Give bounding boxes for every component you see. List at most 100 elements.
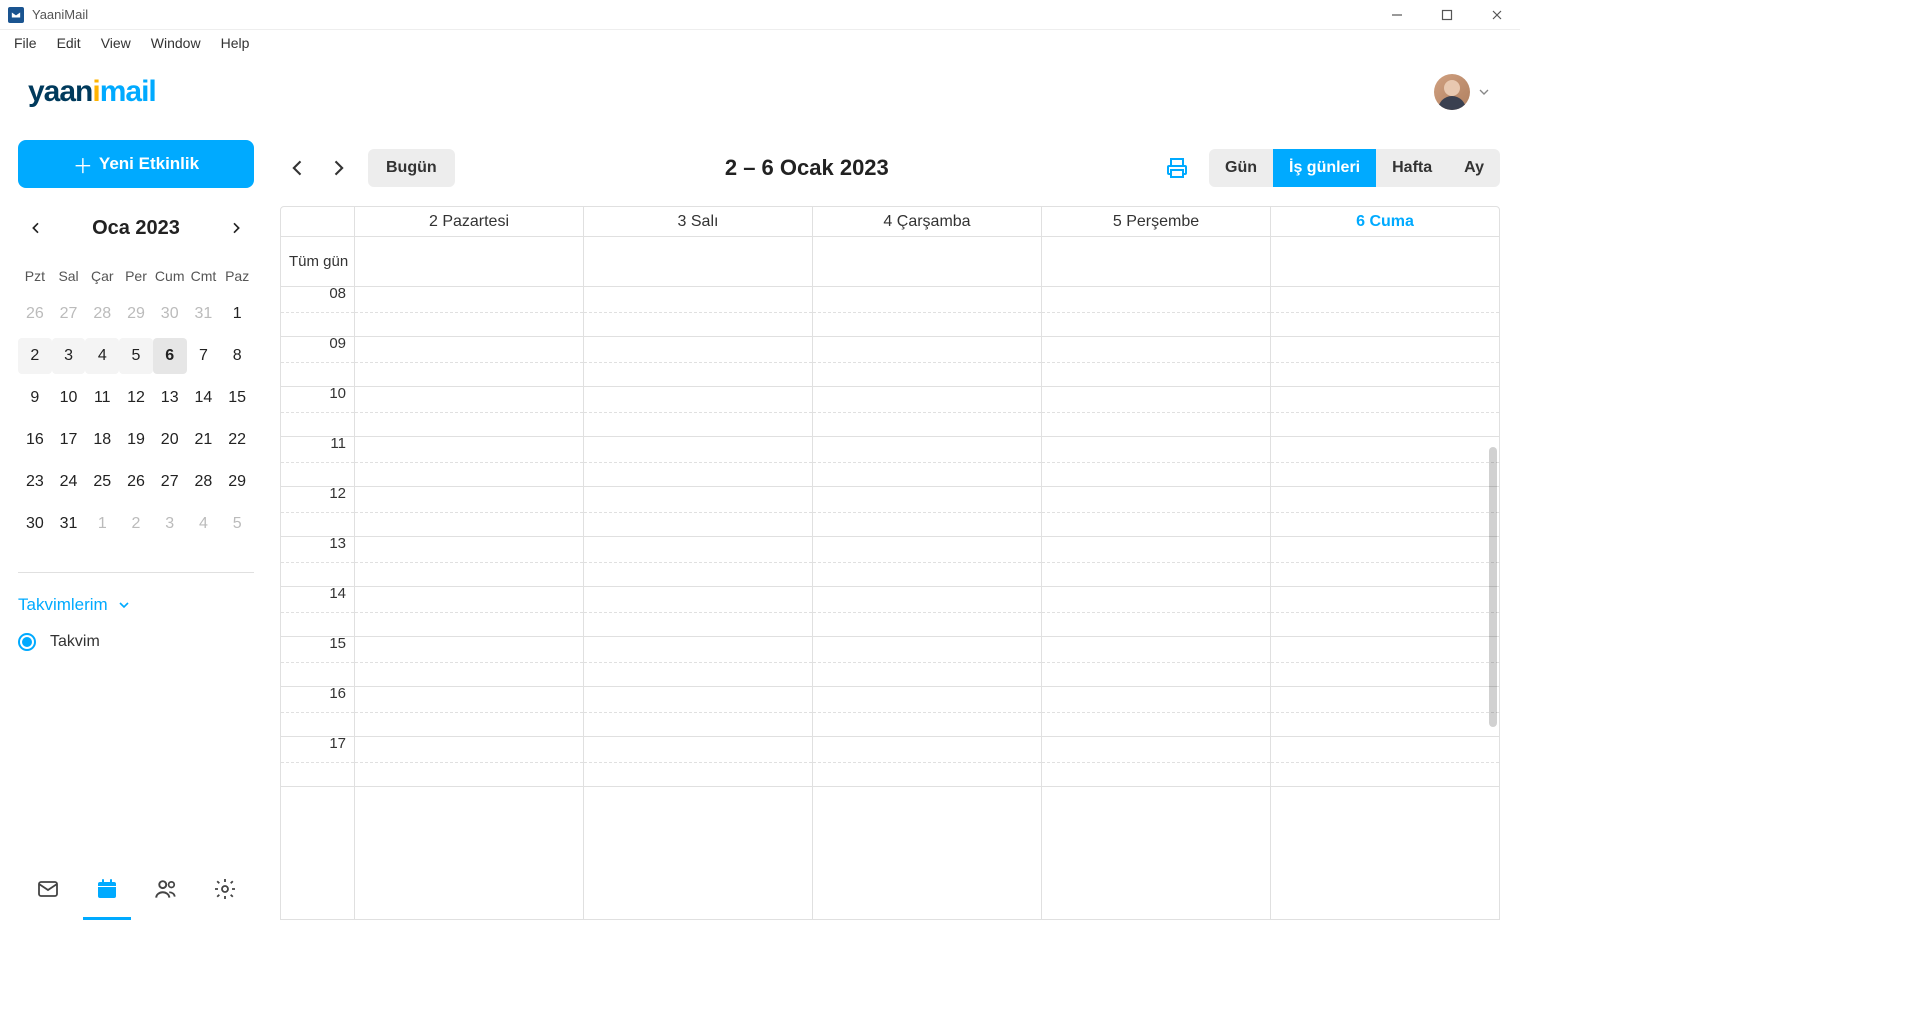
mini-cal-day[interactable]: 26	[18, 296, 52, 332]
time-slot[interactable]	[813, 437, 1041, 487]
time-slot[interactable]	[584, 537, 812, 587]
new-event-button[interactable]: ＋ Yeni Etkinlik	[18, 140, 254, 188]
time-slot[interactable]	[1042, 637, 1270, 687]
time-slot[interactable]	[813, 587, 1041, 637]
view-tab-week[interactable]: Hafta	[1376, 149, 1448, 187]
time-slot[interactable]	[1042, 337, 1270, 387]
mini-cal-day[interactable]: 30	[153, 296, 187, 332]
mini-cal-day[interactable]: 4	[85, 338, 119, 374]
time-slot[interactable]	[813, 737, 1041, 787]
account-chevron-icon[interactable]	[1476, 84, 1492, 100]
mini-cal-day[interactable]: 23	[18, 464, 52, 500]
time-slot[interactable]	[355, 287, 583, 337]
next-week-button[interactable]	[320, 150, 356, 186]
mini-cal-day[interactable]: 8	[220, 338, 254, 374]
mini-cal-day[interactable]: 11	[85, 380, 119, 416]
day-header[interactable]: 6 Cuma	[1271, 207, 1499, 236]
mini-cal-day[interactable]: 3	[153, 506, 187, 542]
nav-contacts[interactable]	[144, 867, 188, 911]
mini-cal-day[interactable]: 3	[52, 338, 86, 374]
mini-cal-day[interactable]: 16	[18, 422, 52, 458]
prev-week-button[interactable]	[280, 150, 316, 186]
day-header[interactable]: 4 Çarşamba	[813, 207, 1042, 236]
mini-cal-day[interactable]: 31	[187, 296, 221, 332]
day-column[interactable]	[1042, 287, 1271, 919]
mini-cal-day[interactable]: 27	[153, 464, 187, 500]
window-close-button[interactable]	[1482, 3, 1512, 27]
mini-cal-day[interactable]: 13	[153, 380, 187, 416]
time-slot[interactable]	[1042, 587, 1270, 637]
mini-cal-day[interactable]: 20	[153, 422, 187, 458]
time-slot[interactable]	[355, 387, 583, 437]
time-slot[interactable]	[1042, 437, 1270, 487]
mini-cal-day[interactable]: 14	[187, 380, 221, 416]
mini-cal-day[interactable]: 5	[220, 506, 254, 542]
mini-cal-day[interactable]: 30	[18, 506, 52, 542]
mini-cal-day[interactable]: 12	[119, 380, 153, 416]
time-slot[interactable]	[1042, 287, 1270, 337]
day-column[interactable]	[584, 287, 813, 919]
time-slot[interactable]	[813, 387, 1041, 437]
mini-cal-day[interactable]: 31	[52, 506, 86, 542]
time-slot[interactable]	[355, 687, 583, 737]
nav-mail[interactable]	[26, 867, 70, 911]
time-slot[interactable]	[813, 487, 1041, 537]
mini-cal-day[interactable]: 21	[187, 422, 221, 458]
time-slot[interactable]	[584, 437, 812, 487]
mini-cal-day[interactable]: 2	[119, 506, 153, 542]
mini-cal-day[interactable]: 4	[187, 506, 221, 542]
mini-cal-day[interactable]: 28	[85, 296, 119, 332]
time-slot[interactable]	[1271, 687, 1499, 737]
menu-window[interactable]: Window	[141, 31, 211, 55]
time-slot[interactable]	[584, 637, 812, 687]
time-slot[interactable]	[1271, 387, 1499, 437]
mini-cal-day[interactable]: 1	[85, 506, 119, 542]
time-slot[interactable]	[584, 337, 812, 387]
mini-cal-day[interactable]: 24	[52, 464, 86, 500]
calendars-toggle[interactable]: Takvimlerim	[18, 595, 254, 615]
mini-cal-day[interactable]: 29	[119, 296, 153, 332]
allday-cell[interactable]	[1271, 237, 1499, 286]
view-tab-workweek[interactable]: İş günleri	[1273, 149, 1376, 187]
time-slot[interactable]	[813, 537, 1041, 587]
time-slot[interactable]	[355, 637, 583, 687]
calendar-item[interactable]: Takvim	[18, 633, 254, 651]
avatar[interactable]	[1434, 74, 1470, 110]
mini-cal-day[interactable]: 22	[220, 422, 254, 458]
view-tab-day[interactable]: Gün	[1209, 149, 1273, 187]
day-column[interactable]	[813, 287, 1042, 919]
today-button[interactable]: Bugün	[368, 149, 455, 187]
time-slot[interactable]	[584, 737, 812, 787]
time-slot[interactable]	[1271, 437, 1499, 487]
allday-cell[interactable]	[355, 237, 584, 286]
mini-cal-day[interactable]: 18	[85, 422, 119, 458]
window-minimize-button[interactable]	[1382, 3, 1412, 27]
time-slot[interactable]	[1271, 337, 1499, 387]
time-slot[interactable]	[1271, 287, 1499, 337]
menu-file[interactable]: File	[4, 31, 47, 55]
time-slot[interactable]	[1042, 387, 1270, 437]
menu-edit[interactable]: Edit	[47, 31, 91, 55]
day-header[interactable]: 2 Pazartesi	[355, 207, 584, 236]
menu-help[interactable]: Help	[211, 31, 260, 55]
mini-cal-day[interactable]: 15	[220, 380, 254, 416]
mini-cal-day[interactable]: 6	[153, 338, 187, 374]
time-slot[interactable]	[355, 737, 583, 787]
time-slot[interactable]	[813, 687, 1041, 737]
calendar-grid-body[interactable]: 08091011121314151617	[281, 287, 1499, 919]
nav-settings[interactable]	[203, 867, 247, 911]
time-slot[interactable]	[813, 287, 1041, 337]
mini-cal-day[interactable]: 7	[187, 338, 221, 374]
time-slot[interactable]	[1042, 737, 1270, 787]
time-slot[interactable]	[1271, 537, 1499, 587]
time-slot[interactable]	[1271, 737, 1499, 787]
time-slot[interactable]	[1042, 487, 1270, 537]
scrollbar[interactable]	[1489, 447, 1497, 727]
time-slot[interactable]	[355, 437, 583, 487]
mini-cal-day[interactable]: 9	[18, 380, 52, 416]
time-slot[interactable]	[1271, 637, 1499, 687]
mini-cal-day[interactable]: 19	[119, 422, 153, 458]
day-column[interactable]	[355, 287, 584, 919]
day-header[interactable]: 5 Perşembe	[1042, 207, 1271, 236]
time-slot[interactable]	[1042, 687, 1270, 737]
